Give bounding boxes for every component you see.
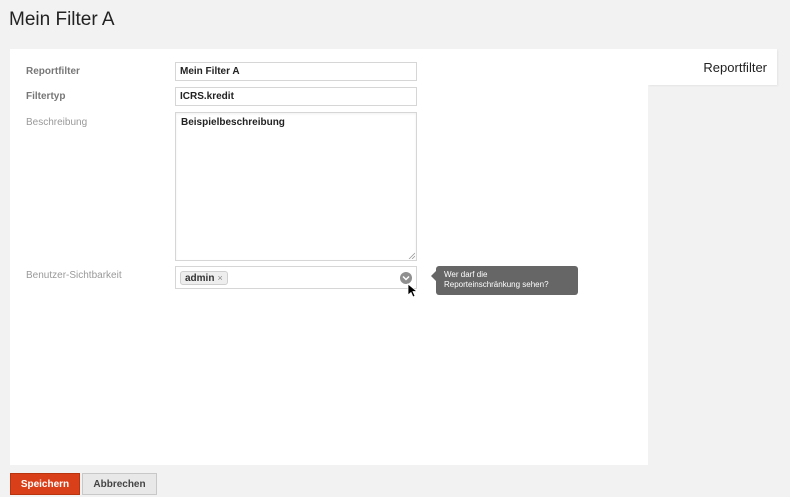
mouse-cursor-icon (407, 283, 419, 298)
tab-reportfilter-label: Reportfilter (703, 59, 767, 75)
tab-reportfilter[interactable]: Reportfilter (648, 49, 777, 85)
remove-tag-icon[interactable]: × (217, 273, 222, 283)
user-tag-admin: admin × (180, 271, 228, 285)
visibility-tooltip: Wer darf die Reporteinschränkung sehen? (431, 266, 578, 295)
user-visibility-select[interactable]: admin × (175, 266, 417, 289)
user-tag-label: admin (185, 272, 215, 284)
reportfilter-label: Reportfilter (26, 66, 80, 77)
tooltip-line-2: Reporteinschränkung sehen? (444, 280, 549, 289)
beschreibung-label: Beschreibung (26, 117, 88, 128)
form-panel: Reportfilter Filtertyp Beschreibung Beis… (10, 49, 648, 465)
cancel-button[interactable]: Abbrechen (82, 473, 157, 495)
tooltip-arrow (431, 271, 436, 281)
save-button[interactable]: Speichern (10, 473, 80, 495)
beschreibung-text: Beispielbeschreibung (181, 117, 285, 128)
tooltip-line-1: Wer darf die (444, 270, 488, 279)
filtertyp-input[interactable] (175, 87, 417, 106)
reportfilter-input[interactable] (175, 62, 417, 81)
resize-grip-icon[interactable] (408, 252, 415, 259)
filtertyp-label: Filtertyp (26, 91, 66, 102)
page-title: Mein Filter A (9, 9, 115, 30)
beschreibung-textarea[interactable]: Beispielbeschreibung (175, 112, 417, 261)
sichtbarkeit-label: Benutzer-Sichtbarkeit (26, 270, 122, 281)
